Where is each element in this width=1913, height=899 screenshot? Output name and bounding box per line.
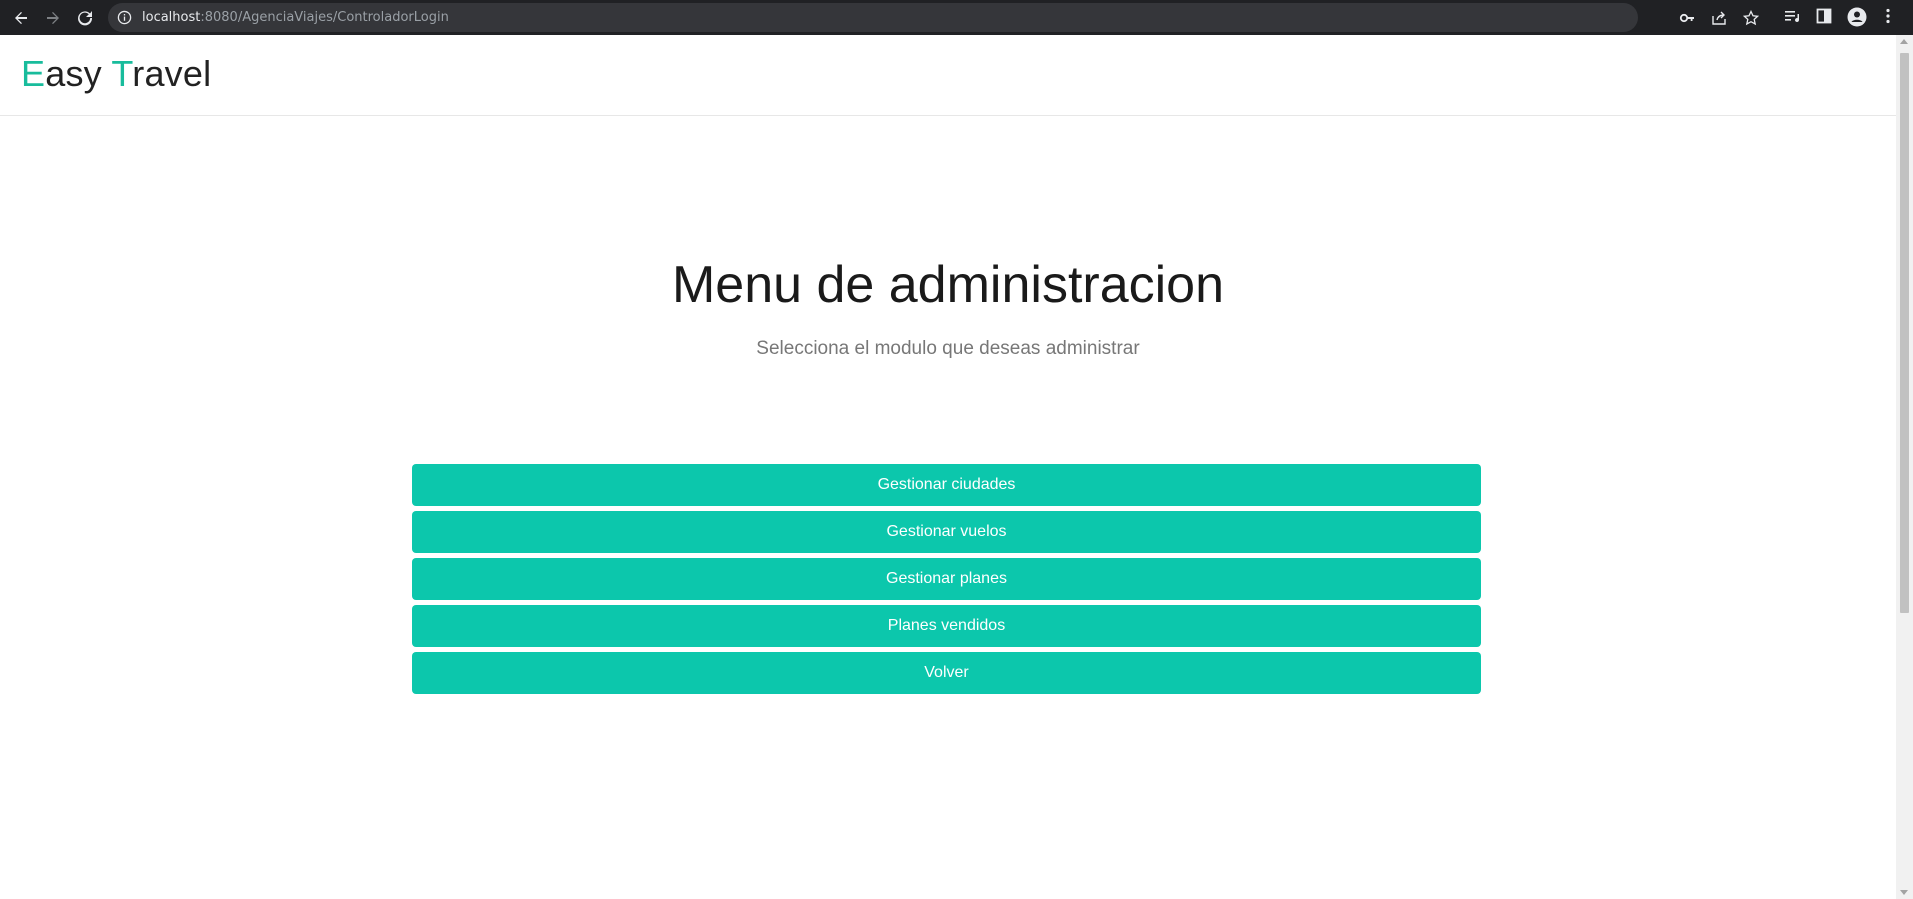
- star-icon[interactable]: [1743, 10, 1759, 26]
- planes-vendidos-button[interactable]: Planes vendidos: [412, 605, 1481, 647]
- gestionar-ciudades-button[interactable]: Gestionar ciudades: [412, 464, 1481, 506]
- volver-button[interactable]: Volver: [412, 652, 1481, 694]
- brand-word-travel: ravel: [132, 53, 212, 94]
- arrow-left-icon: [15, 12, 27, 24]
- url-path: :8080/AgenciaViajes/ControladorLogin: [200, 10, 449, 25]
- brand-initial-e: E: [21, 53, 46, 94]
- reload-icon: [78, 11, 93, 26]
- page-content: Easy Travel Menu de administracion Selec…: [0, 35, 1896, 899]
- reload-button[interactable]: [72, 5, 98, 31]
- brand-word-easy: asy: [45, 53, 112, 94]
- admin-menu: Gestionar ciudades Gestionar vuelos Gest…: [412, 464, 1481, 699]
- reading-list-icon[interactable]: [1783, 7, 1801, 25]
- share-icon[interactable]: [1711, 10, 1727, 26]
- scrollbar-thumb[interactable]: [1900, 53, 1909, 613]
- page-subtitle: Selecciona el modulo que deseas administ…: [756, 338, 1140, 359]
- side-panel-icon[interactable]: [1815, 7, 1833, 25]
- url-text[interactable]: localhost:8080/AgenciaViajes/Controlador…: [142, 10, 449, 25]
- brand-initial-t: T: [111, 53, 133, 94]
- menu-kebab-icon[interactable]: [1880, 7, 1896, 25]
- forward-button[interactable]: [40, 5, 66, 31]
- key-icon[interactable]: [1679, 10, 1695, 26]
- page-title: Menu de administracion: [671, 256, 1225, 314]
- address-bar[interactable]: localhost:8080/AgenciaViajes/Controlador…: [108, 3, 1759, 32]
- browser-toolbar: localhost:8080/AgenciaViajes/Controlador…: [0, 0, 1913, 35]
- navbar: Easy Travel: [0, 35, 1896, 116]
- gestionar-vuelos-button[interactable]: Gestionar vuelos: [412, 511, 1481, 553]
- info-icon[interactable]: [117, 10, 132, 25]
- vertical-scrollbar[interactable]: [1896, 35, 1913, 899]
- scroll-up-arrow-icon[interactable]: [1900, 39, 1908, 44]
- gestionar-planes-button[interactable]: Gestionar planes: [412, 558, 1481, 600]
- profile-avatar-icon[interactable]: [1847, 7, 1867, 27]
- arrow-right-icon: [47, 12, 59, 24]
- brand-logo[interactable]: Easy Travel: [21, 53, 211, 95]
- scroll-down-arrow-icon[interactable]: [1900, 890, 1908, 895]
- url-host: localhost: [142, 10, 201, 25]
- back-button[interactable]: [8, 5, 34, 31]
